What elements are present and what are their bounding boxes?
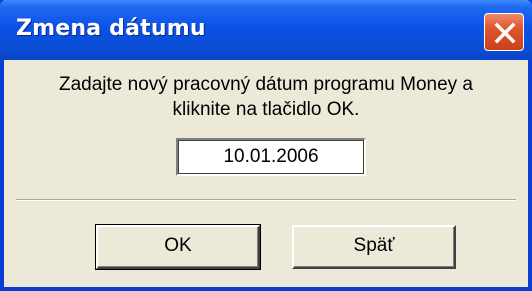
separator [16,199,516,201]
dialog-content: Zadajte nový pracovný dátum programu Mon… [4,60,528,287]
title-bar[interactable]: Zmena dátumu [0,0,532,60]
dialog-window: Zmena dátumu Zadajte nový pracovný dátum… [0,0,532,291]
dialog-message: Zadajte nový pracovný dátum programu Mon… [4,72,528,122]
ok-button[interactable]: OK [95,224,261,270]
close-button[interactable] [484,13,524,51]
close-icon [494,22,516,44]
message-line-2: kliknite na tlačidlo OK. [172,99,360,120]
back-button[interactable]: Späť [292,225,456,269]
date-input[interactable] [176,138,366,176]
window-title: Zmena dátumu [16,16,206,41]
message-line-1: Zadajte nový pracovný dátum programu Mon… [59,74,473,95]
